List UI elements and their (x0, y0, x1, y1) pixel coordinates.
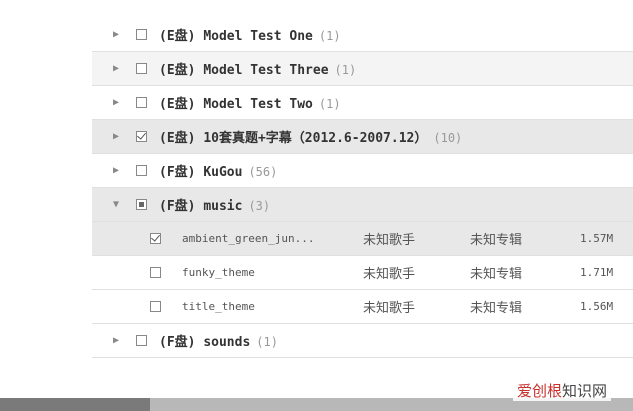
folder-count: (10) (433, 131, 463, 145)
tree-folder-row[interactable]: ▶ (E盘) 10套真题+字幕（2012.6-2007.12） (10) (92, 120, 633, 154)
folder-label: (E盘) Model Test Two (1) (159, 93, 341, 112)
expand-arrow-icon[interactable]: ▶ (108, 131, 124, 142)
watermark-brand: 爱创根 (516, 382, 562, 400)
watermark-suffix: 知识网 (561, 382, 607, 400)
file-size: 1.56M (580, 300, 614, 313)
file-album: 未知专辑 (470, 267, 523, 282)
file-row[interactable]: title_theme 未知歌手 未知专辑 1.56M (92, 290, 633, 324)
folder-label: (F盘) sounds (1) (159, 331, 278, 350)
drive-label: (F盘) (159, 165, 196, 180)
folder-count: (1) (256, 335, 278, 349)
folder-count: (1) (318, 29, 341, 43)
file-name: ambient_green_jun... (182, 232, 315, 245)
folder-label: (E盘) Model Test One (1) (159, 25, 341, 44)
drive-label: (E盘) (159, 131, 196, 146)
tree-folder-row[interactable]: ▶ (F盘) sounds (1) (92, 324, 633, 358)
folder-tree: ▶ (E盘) Model Test One (1) ▶ (E盘) Model Te… (92, 18, 633, 358)
file-checkbox[interactable] (150, 301, 161, 312)
drive-label: (E盘) (159, 63, 196, 78)
tree-folder-row[interactable]: ▶ (F盘) KuGou (56) (92, 154, 633, 188)
folder-checkbox[interactable] (136, 97, 147, 108)
folder-checkbox[interactable] (136, 131, 147, 142)
tree-folder-row[interactable]: ▶ (E盘) Model Test Two (1) (92, 86, 633, 120)
folder-name: KuGou (203, 165, 243, 180)
file-size: 1.57M (580, 232, 614, 245)
folder-label: (E盘) Model Test Three (1) (159, 59, 356, 78)
folder-name: sounds (203, 335, 251, 350)
file-artist: 未知歌手 (363, 233, 416, 248)
folder-count: (3) (248, 199, 271, 213)
watermark: 爱创根知识网 (512, 380, 611, 401)
tree-folder-row[interactable]: ▶ (E盘) Model Test Three (1) (92, 52, 633, 86)
file-album: 未知专辑 (470, 233, 523, 248)
file-name: funky_theme (182, 266, 255, 279)
file-album: 未知专辑 (470, 301, 523, 316)
drive-label: (F盘) (159, 199, 196, 214)
file-checkbox[interactable] (150, 267, 161, 278)
tree-folder-row[interactable]: ▼ (F盘) music (3) (92, 188, 633, 222)
folder-name: 10套真题+字幕（2012.6-2007.12） (203, 131, 428, 146)
folder-label: (F盘) music (3) (159, 195, 270, 214)
folder-checkbox[interactable] (136, 29, 147, 40)
folder-count: (56) (248, 165, 278, 179)
expand-arrow-icon[interactable]: ▶ (108, 165, 124, 176)
folder-label: (F盘) KuGou (56) (159, 161, 277, 180)
folder-name: Model Test Three (203, 63, 329, 78)
drive-label: (E盘) (159, 29, 196, 44)
tree-folder-row[interactable]: ▶ (E盘) Model Test One (1) (92, 18, 633, 52)
folder-count: (1) (318, 97, 341, 111)
folder-checkbox[interactable] (136, 63, 147, 74)
file-row[interactable]: ambient_green_jun... 未知歌手 未知专辑 1.57M (92, 222, 633, 256)
file-size: 1.71M (580, 266, 614, 279)
file-artist: 未知歌手 (363, 267, 416, 282)
folder-checkbox[interactable] (136, 335, 147, 346)
folder-name: music (203, 199, 243, 214)
expand-arrow-icon[interactable]: ▶ (108, 29, 124, 40)
expand-arrow-icon[interactable]: ▶ (108, 97, 124, 108)
file-checkbox[interactable] (150, 233, 161, 244)
folder-label: (E盘) 10套真题+字幕（2012.6-2007.12） (10) (159, 127, 462, 146)
expand-arrow-icon[interactable]: ▶ (108, 335, 124, 346)
folder-name: Model Test Two (203, 97, 313, 112)
bottom-strip-dark (0, 398, 150, 411)
drive-label: (E盘) (159, 97, 196, 112)
folder-checkbox[interactable] (136, 165, 147, 176)
folder-name: Model Test One (203, 29, 313, 44)
collapse-arrow-icon[interactable]: ▼ (108, 199, 124, 210)
file-row[interactable]: funky_theme 未知歌手 未知专辑 1.71M (92, 256, 633, 290)
file-name: title_theme (182, 300, 255, 313)
drive-label: (F盘) (159, 335, 196, 350)
folder-count: (1) (334, 63, 357, 77)
expand-arrow-icon[interactable]: ▶ (108, 63, 124, 74)
file-artist: 未知歌手 (363, 301, 416, 316)
folder-checkbox[interactable] (136, 199, 147, 210)
